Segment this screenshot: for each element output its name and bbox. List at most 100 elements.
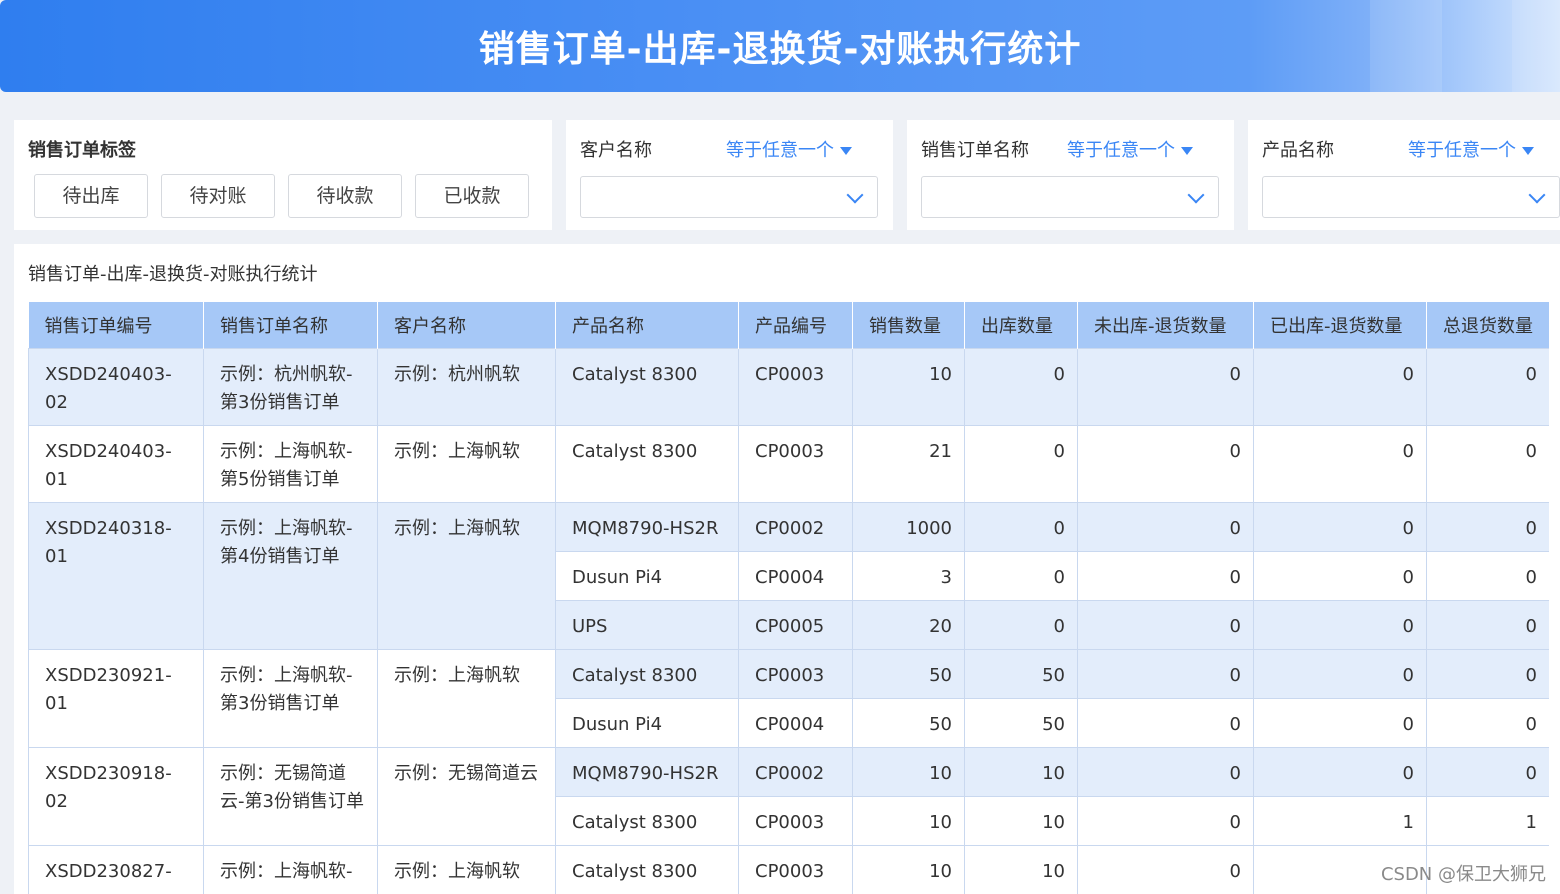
tag-button-pending-reconcile[interactable]: 待对账 (161, 174, 275, 218)
sales-qty-cell: 10 (852, 845, 965, 894)
total-return-cell: 1 (1426, 796, 1549, 846)
total-return-cell: 0 (1426, 600, 1549, 650)
product-code-cell: CP0004 (738, 551, 853, 601)
customer-name-cell: 示例：上海帆软 (377, 502, 556, 650)
product-name-cell: MQM8790-HS2R (555, 502, 739, 552)
product-code-cell: CP0003 (738, 348, 853, 426)
tag-button-paid[interactable]: 已收款 (415, 174, 529, 218)
column-header[interactable]: 总退货数量 (1426, 302, 1549, 349)
order-name-cell: 示例：上海帆软- (203, 845, 378, 894)
header-banner: 销售订单-出库-退换货-对账执行统计 (0, 0, 1560, 92)
sales-qty-cell: 20 (852, 600, 965, 650)
tag-button-pending-payment[interactable]: 待收款 (288, 174, 402, 218)
column-header[interactable]: 出库数量 (964, 302, 1078, 349)
unshipped-return-cell: 0 (1077, 600, 1254, 650)
order-name-cell: 示例：上海帆软-第4份销售订单 (203, 502, 378, 650)
unshipped-return-cell: 0 (1077, 747, 1254, 797)
unshipped-return-cell: 0 (1077, 502, 1254, 552)
total-return-cell: 0 (1426, 747, 1549, 797)
sales-qty-cell: 3 (852, 551, 965, 601)
product-code-cell: CP0003 (738, 845, 853, 894)
product-select[interactable] (1262, 176, 1560, 218)
total-return-cell: 0 (1426, 502, 1549, 552)
shipped-return-cell: 0 (1253, 502, 1427, 552)
customer-name-cell: 示例：无锡简道云 (377, 747, 556, 846)
product-name-cell: Catalyst 8300 (555, 348, 739, 426)
out-qty-cell: 0 (964, 600, 1078, 650)
order-name-operator-dropdown[interactable]: 等于任意一个 (1067, 136, 1193, 162)
customer-select[interactable] (580, 176, 878, 218)
report-section: 销售订单-出库-退换货-对账执行统计 销售订单编号 销售订单名称 客户名称 产品… (14, 244, 1560, 894)
order-name-select[interactable] (921, 176, 1219, 218)
caret-down-icon (1522, 147, 1534, 155)
table-row: XSDD230827- 示例：上海帆软- 示例：上海帆软 Catalyst 8300 C… (28, 845, 1549, 894)
out-qty-cell: 0 (964, 425, 1078, 503)
out-qty-cell: 10 (964, 845, 1078, 894)
order-name-cell: 示例：无锡简道云-第3份销售订单 (203, 747, 378, 846)
column-header[interactable]: 销售订单名称 (203, 302, 378, 349)
product-code-cell: CP0005 (738, 600, 853, 650)
product-operator-label: 等于任意一个 (1408, 140, 1516, 161)
product-operator-dropdown[interactable]: 等于任意一个 (1408, 136, 1534, 162)
product-code-cell: CP0002 (738, 502, 853, 552)
product-code-cell: CP0004 (738, 698, 853, 748)
column-header[interactable]: 已出库-退货数量 (1253, 302, 1427, 349)
report-table-viewport[interactable]: 销售订单编号 销售订单名称 客户名称 产品名称 产品编号 销售数量 出库数量 未… (28, 302, 1549, 894)
sales-qty-cell: 10 (852, 747, 965, 797)
sales-qty-cell: 21 (852, 425, 965, 503)
shipped-return-cell: 0 (1253, 600, 1427, 650)
tag-button-pending-shipment[interactable]: 待出库 (34, 174, 148, 218)
customer-name-cell: 示例：杭州帆软 (377, 348, 556, 426)
customer-filter-label: 客户名称 (580, 140, 652, 161)
table-row: XSDD240403-01 示例：上海帆软-第5份销售订单 示例：上海帆软 Catal… (28, 425, 1549, 503)
page-title: 销售订单-出库-退换货-对账执行统计 (478, 29, 1082, 70)
product-filter-panel: 产品名称 等于任意一个 (1248, 120, 1560, 230)
product-name-cell: Dusun Pi4 (555, 551, 739, 601)
out-qty-cell: 0 (964, 348, 1078, 426)
out-qty-cell: 0 (964, 551, 1078, 601)
column-header[interactable]: 产品编号 (738, 302, 853, 349)
order-name-operator-label: 等于任意一个 (1067, 140, 1175, 161)
out-qty-cell: 0 (964, 502, 1078, 552)
table-row: XSDD240318-01 示例：上海帆软-第4份销售订单 示例：上海帆软 MQM87… (28, 502, 1549, 650)
product-name-cell: Catalyst 8300 (555, 649, 739, 699)
shipped-return-cell: 1 (1253, 796, 1427, 846)
column-header[interactable]: 销售数量 (852, 302, 965, 349)
sales-qty-cell: 50 (852, 649, 965, 699)
product-name-cell: UPS (555, 600, 739, 650)
shipped-return-cell: 0 (1253, 698, 1427, 748)
unshipped-return-cell: 0 (1077, 796, 1254, 846)
column-header[interactable]: 未出库-退货数量 (1077, 302, 1254, 349)
column-header[interactable]: 销售订单编号 (28, 302, 204, 349)
shipped-return-cell: 0 (1253, 649, 1427, 699)
table-row: XSDD240403-02 示例：杭州帆软-第3份销售订单 示例：杭州帆软 Catal… (28, 348, 1549, 426)
tag-filter-panel: 销售订单标签 待出库 待对账 待收款 已收款 (14, 120, 552, 230)
order-number-cell: XSDD240403-01 (28, 425, 204, 503)
report-table: 销售订单编号 销售订单名称 客户名称 产品名称 产品编号 销售数量 出库数量 未… (28, 302, 1549, 894)
sales-qty-cell: 10 (852, 796, 965, 846)
out-qty-cell: 50 (964, 649, 1078, 699)
total-return-cell: 0 (1426, 551, 1549, 601)
customer-name-cell: 示例：上海帆软 (377, 425, 556, 503)
product-code-cell: CP0003 (738, 649, 853, 699)
sales-qty-cell: 50 (852, 698, 965, 748)
order-name-cell: 示例：上海帆软-第5份销售订单 (203, 425, 378, 503)
product-name-cell: Catalyst 8300 (555, 796, 739, 846)
table-row: XSDD230918-02 示例：无锡简道云-第3份销售订单 示例：无锡简道云 MQM… (28, 747, 1549, 846)
customer-filter-panel: 客户名称 等于任意一个 (566, 120, 893, 230)
out-qty-cell: 10 (964, 747, 1078, 797)
unshipped-return-cell: 0 (1077, 698, 1254, 748)
order-number-cell: XSDD230921-01 (28, 649, 204, 748)
table-row: XSDD230921-01 示例：上海帆软-第3份销售订单 示例：上海帆软 Catal… (28, 649, 1549, 748)
column-header[interactable]: 产品名称 (555, 302, 739, 349)
shipped-return-cell: 0 (1253, 348, 1427, 426)
column-header[interactable]: 客户名称 (377, 302, 556, 349)
order-number-cell: XSDD230918-02 (28, 747, 204, 846)
sales-qty-cell: 10 (852, 348, 965, 426)
order-name-filter-label: 销售订单名称 (921, 140, 1029, 161)
product-name-cell: Catalyst 8300 (555, 845, 739, 894)
unshipped-return-cell: 0 (1077, 649, 1254, 699)
out-qty-cell: 50 (964, 698, 1078, 748)
total-return-cell: 0 (1426, 698, 1549, 748)
customer-operator-dropdown[interactable]: 等于任意一个 (726, 136, 852, 162)
